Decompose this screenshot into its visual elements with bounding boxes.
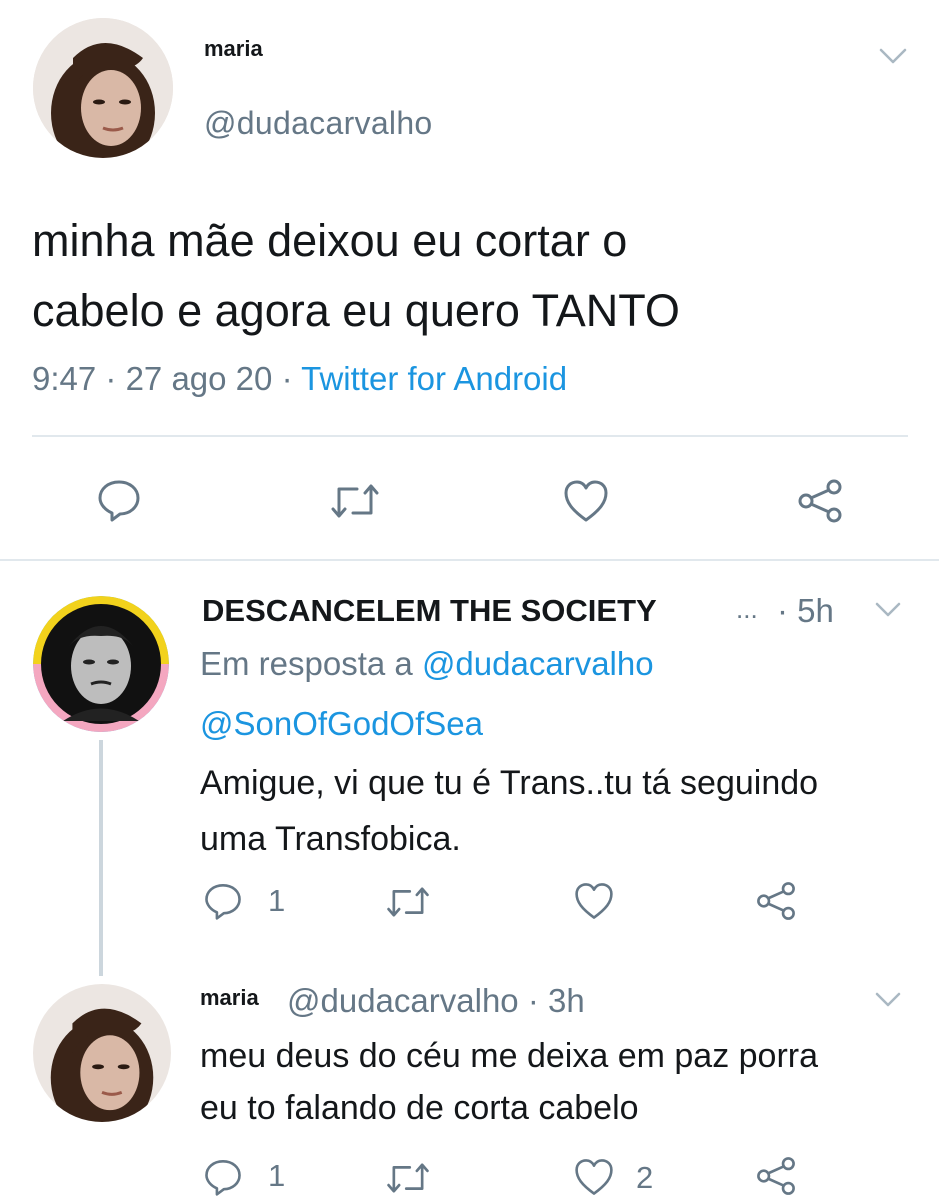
- reply-icon[interactable]: [96, 477, 142, 523]
- heart-icon[interactable]: [562, 478, 610, 524]
- display-name[interactable]: maria: [204, 36, 263, 62]
- reply-count: 1: [268, 883, 286, 918]
- share-icon[interactable]: [754, 879, 798, 923]
- reply-text-line: uma Transfobica.: [200, 820, 461, 858]
- handle[interactable]: @dudacarvalho: [204, 105, 433, 142]
- heart-icon[interactable]: [573, 881, 615, 921]
- retweet-icon[interactable]: [385, 1158, 431, 1198]
- tweet-source-link[interactable]: Twitter for Android: [301, 360, 567, 397]
- reply-icon[interactable]: [203, 1157, 243, 1197]
- chevron-down-icon[interactable]: [874, 600, 902, 618]
- reply-text-line: meu deus do céu me deixa em paz porra: [200, 1037, 819, 1075]
- like-count: 2: [636, 1160, 654, 1195]
- handle-time[interactable]: @dudacarvalho · 3h: [287, 982, 585, 1020]
- reply-context: Em resposta a @dudacarvalho: [200, 645, 654, 683]
- mention-link[interactable]: @dudacarvalho: [422, 645, 654, 682]
- avatar[interactable]: [33, 984, 171, 1122]
- thread-line: [99, 740, 103, 976]
- chevron-down-icon[interactable]: [874, 990, 902, 1008]
- avatar[interactable]: [33, 596, 169, 732]
- name-ellipsis: ...: [736, 594, 758, 624]
- divider: [32, 435, 908, 437]
- chevron-down-icon[interactable]: [878, 46, 908, 66]
- tweet-text-line: cabelo e agora eu quero TANTO: [32, 285, 680, 336]
- retweet-icon[interactable]: [385, 882, 431, 922]
- reply-text-line: eu to falando de corta cabelo: [200, 1089, 639, 1127]
- tweet-text-line: minha mãe deixou eu cortar o: [32, 215, 628, 266]
- retweet-icon[interactable]: [329, 479, 381, 523]
- share-icon[interactable]: [754, 1154, 798, 1198]
- meta-separator: ·: [281, 360, 293, 397]
- display-name[interactable]: DESCANCELEM THE SOCIETY: [202, 593, 657, 629]
- mention-link[interactable]: @SonOfGodOfSea: [200, 705, 483, 743]
- section-divider: [0, 559, 939, 561]
- avatar[interactable]: [33, 18, 173, 158]
- reply-text: Amigue, vi que tu é Trans..tu tá seguind…: [200, 755, 818, 867]
- display-name[interactable]: maria: [200, 985, 259, 1011]
- heart-icon[interactable]: [573, 1157, 615, 1197]
- reply-count: 1: [268, 1158, 286, 1193]
- reply-icon[interactable]: [203, 881, 243, 921]
- reply-text-line: Amigue, vi que tu é Trans..tu tá seguind…: [200, 764, 819, 802]
- reply-prefix: Em resposta a: [200, 645, 413, 682]
- tweet-date[interactable]: 27 ago 20: [126, 360, 273, 397]
- tweet-meta: 9:47 · 27 ago 20 · Twitter for Android: [32, 360, 567, 398]
- share-icon[interactable]: [795, 476, 845, 526]
- tweet-time: 9:47: [32, 360, 97, 397]
- reply-text: meu deus do céu me deixa em paz porra eu…: [200, 1030, 818, 1134]
- reply-time[interactable]: · 5h: [777, 592, 834, 630]
- tweet-text: minha mãe deixou eu cortar o cabelo e ag…: [32, 206, 680, 346]
- meta-separator: ·: [105, 360, 117, 397]
